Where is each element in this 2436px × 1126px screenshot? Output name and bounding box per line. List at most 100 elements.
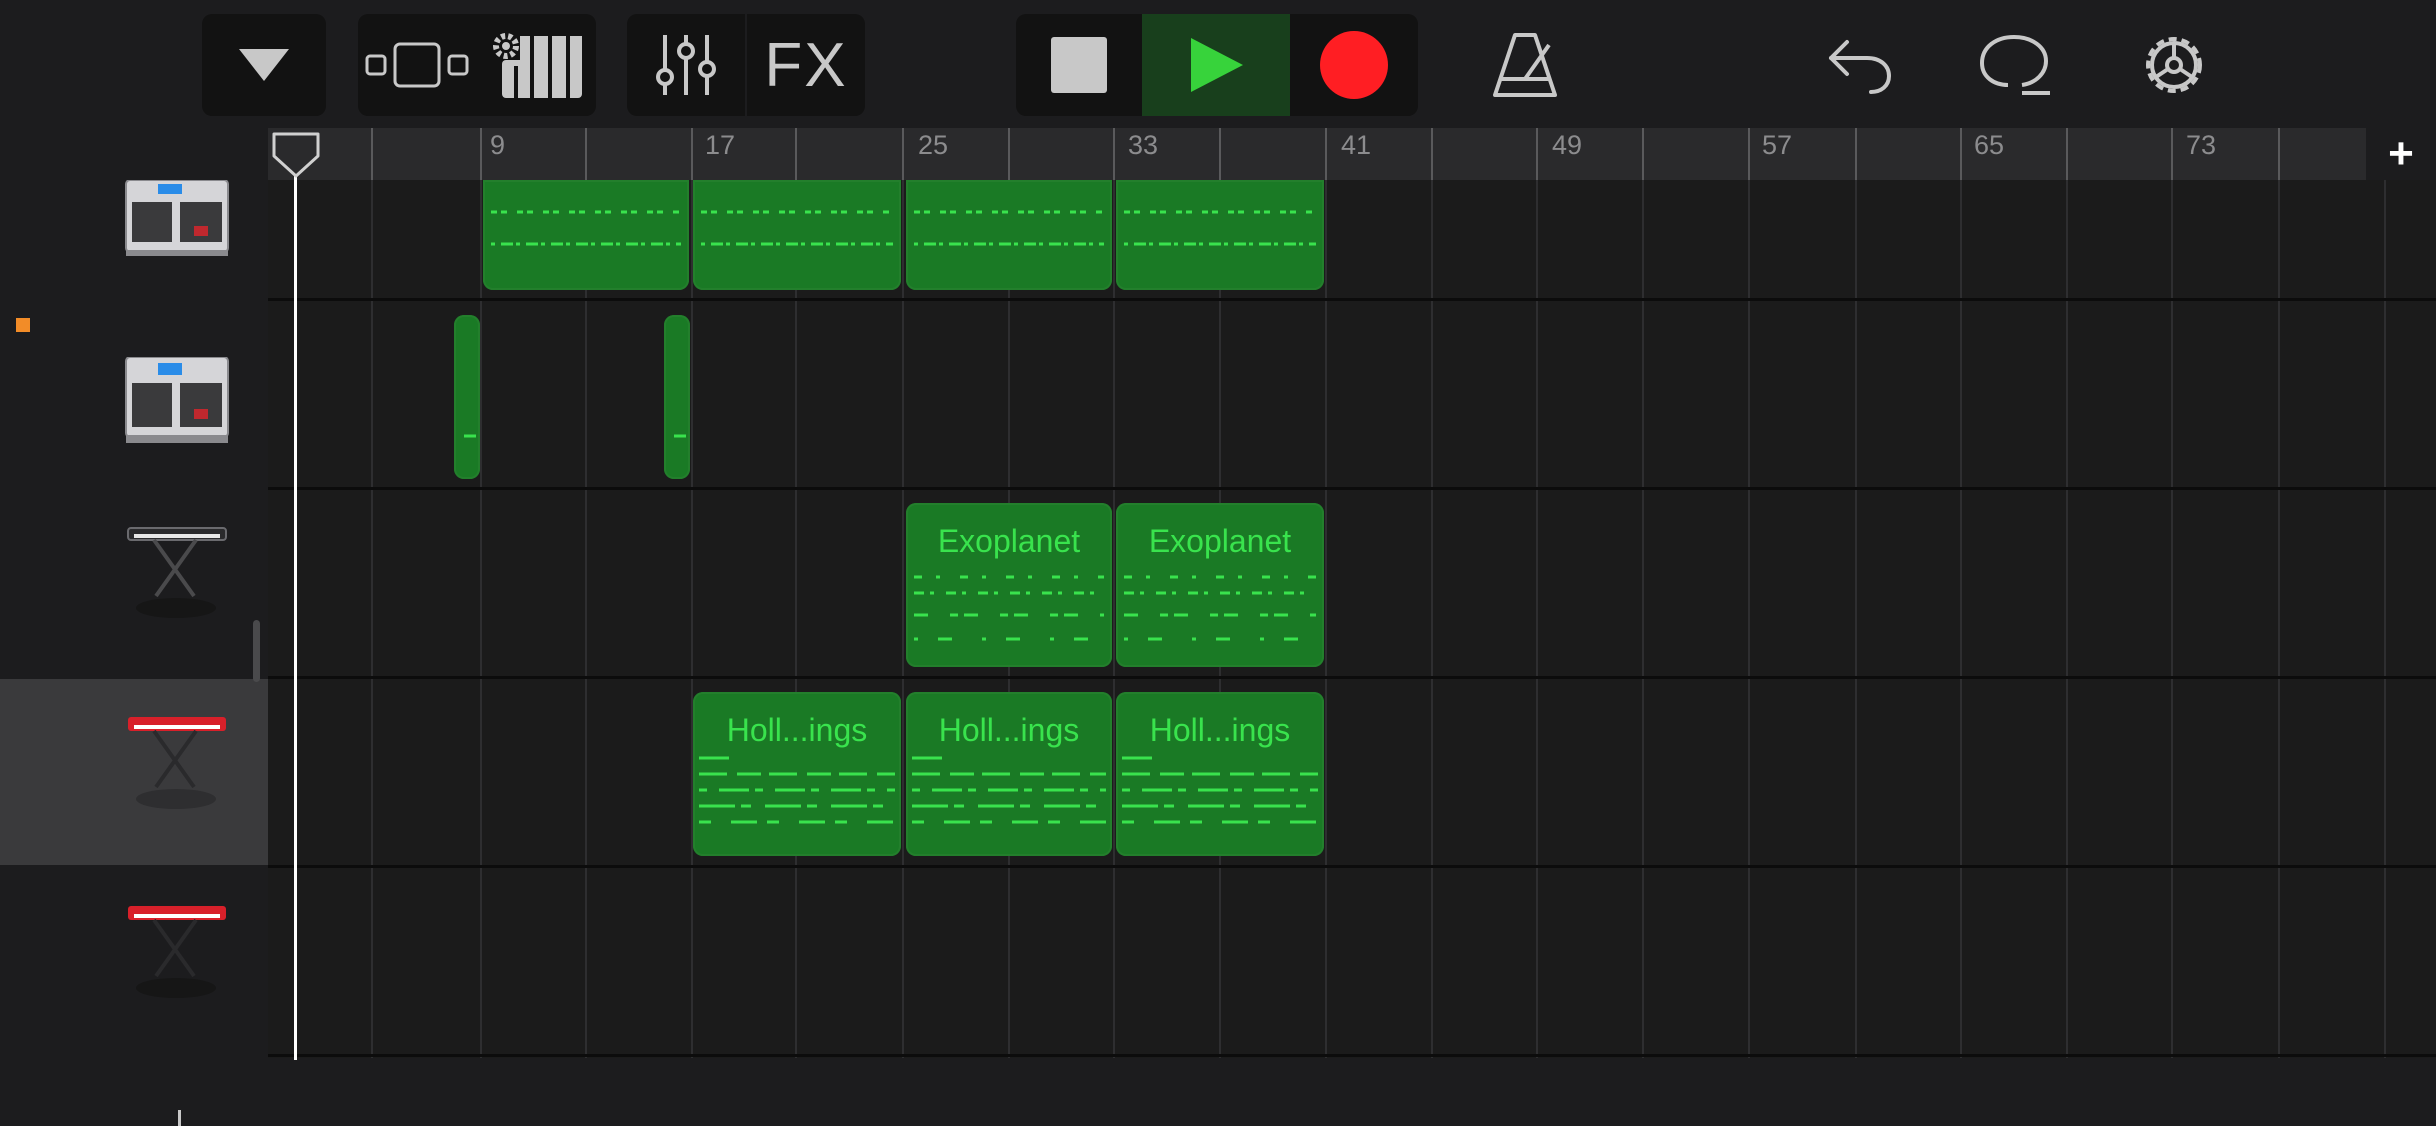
ruler-tick [1960, 128, 1962, 180]
undo-icon [1829, 40, 1892, 94]
drum-region[interactable] [693, 180, 901, 290]
drum-pattern [674, 434, 686, 438]
empty-track-area [268, 1058, 2436, 1126]
vertical-scrollbar[interactable] [253, 620, 260, 682]
loop-browser-button[interactable] [1968, 14, 2064, 116]
grid-line [691, 180, 693, 1058]
grid-line [2278, 180, 2280, 1058]
bar-number: 25 [918, 130, 949, 160]
drum-region[interactable] [483, 180, 689, 290]
loop-icon [1979, 34, 2050, 95]
bar-number: 41 [1341, 130, 1372, 160]
drum-pattern [464, 434, 476, 438]
mix-group: FX [627, 14, 865, 116]
record-button[interactable] [1290, 14, 1418, 116]
keyboard-icon [127, 527, 227, 618]
exoplanet-region[interactable]: Exoplanet [1116, 503, 1324, 667]
ruler-tick [1113, 128, 1115, 180]
grid-line [1642, 180, 1644, 1058]
bar-ruler[interactable]: 9 17 25 33 41 49 57 65 73 1 [268, 128, 2436, 180]
ruler-tick [691, 128, 693, 180]
midi-notes [1124, 575, 1316, 641]
undo-button[interactable] [1815, 14, 1905, 116]
browser-dropdown-button[interactable] [202, 14, 326, 116]
mixer-button[interactable] [627, 14, 745, 116]
grid-line [1748, 180, 1750, 1058]
track-header-drums-2[interactable] [0, 301, 268, 487]
region-name: Holl...ings [1149, 712, 1291, 748]
grid-line [795, 180, 797, 1058]
drum-pattern [491, 210, 681, 246]
triangle-down-icon [239, 49, 289, 81]
ruler-tick [1325, 128, 1327, 180]
grid-line [1431, 180, 1433, 1058]
short-drum-region[interactable] [454, 315, 480, 479]
track-header-drums-1[interactable] [0, 180, 268, 298]
record-icon [1320, 31, 1388, 99]
fx-label: FX [764, 30, 848, 100]
ruler-tick [1219, 128, 1221, 180]
settings-button[interactable] [2126, 14, 2222, 116]
drum-pattern [1124, 210, 1316, 246]
sliders-icon [656, 35, 716, 95]
metronome-button[interactable] [1480, 14, 1570, 116]
track-header-keys-1[interactable] [0, 490, 268, 676]
ruler-tick [1431, 128, 1433, 180]
drum-region[interactable] [906, 180, 1112, 290]
ruler-tick [585, 128, 587, 180]
track-header-keys-2[interactable] [0, 679, 268, 865]
hollings-region[interactable]: Holl...ings [693, 692, 901, 856]
partial-icon [178, 1110, 181, 1126]
region-name: Holl...ings [726, 712, 868, 748]
keyboard-red-icon [128, 717, 226, 809]
tracks-view-icon [365, 42, 469, 88]
midi-notes [912, 756, 1106, 824]
bar-number: 17 [705, 130, 736, 160]
region-name: Exoplanet [937, 523, 1081, 559]
ruler-tick [1008, 128, 1010, 180]
view-group [358, 14, 596, 116]
track-divider [268, 676, 2436, 679]
drum-pattern [701, 210, 893, 246]
grid-line [585, 180, 587, 1058]
midi-notes [914, 575, 1104, 641]
ruler-tick [1536, 128, 1538, 180]
grid-line [2384, 180, 2386, 1058]
control-bar: FX [0, 0, 2436, 128]
browser-group [202, 14, 326, 116]
tracks-area[interactable]: Exoplanet Exoplanet Holl...ings Holl...i… [268, 180, 2436, 1058]
drum-region[interactable] [1116, 180, 1324, 290]
short-drum-region[interactable] [664, 315, 690, 479]
ruler-tick [371, 128, 373, 180]
hollings-region[interactable]: Holl...ings [1116, 692, 1324, 856]
drum-pattern [914, 210, 1104, 246]
hollings-region[interactable]: Holl...ings [906, 692, 1112, 856]
bar-number: 73 [2186, 130, 2217, 160]
grid-line [1855, 180, 1857, 1058]
exoplanet-region[interactable]: Exoplanet [906, 503, 1112, 667]
bar-number: 33 [1128, 130, 1159, 160]
tracks-view-button[interactable] [358, 14, 476, 116]
grid-line [1113, 180, 1115, 1058]
fx-button[interactable]: FX [747, 14, 865, 116]
metronome-icon [1493, 33, 1557, 97]
grid-line [902, 180, 904, 1058]
grid-line [1325, 180, 1327, 1058]
track-divider [268, 865, 2436, 868]
play-button[interactable] [1142, 14, 1290, 116]
midi-notes [699, 756, 895, 824]
playhead[interactable] [294, 150, 297, 1060]
orange-marker-icon [16, 318, 30, 332]
playhead-handle-icon[interactable] [270, 132, 322, 180]
add-section-button[interactable]: + [2366, 128, 2436, 180]
ruler-tick [2171, 128, 2173, 180]
instrument-settings-button[interactable] [478, 14, 596, 116]
grid-line [2171, 180, 2173, 1058]
keyboard-gear-icon [493, 33, 582, 98]
drum-machine-icon [125, 180, 229, 256]
grid-line [1960, 180, 1962, 1058]
bar-number: 65 [1974, 130, 2005, 160]
stop-icon [1051, 37, 1107, 93]
track-header-keys-3[interactable] [0, 868, 268, 1054]
stop-button[interactable] [1016, 14, 1142, 116]
